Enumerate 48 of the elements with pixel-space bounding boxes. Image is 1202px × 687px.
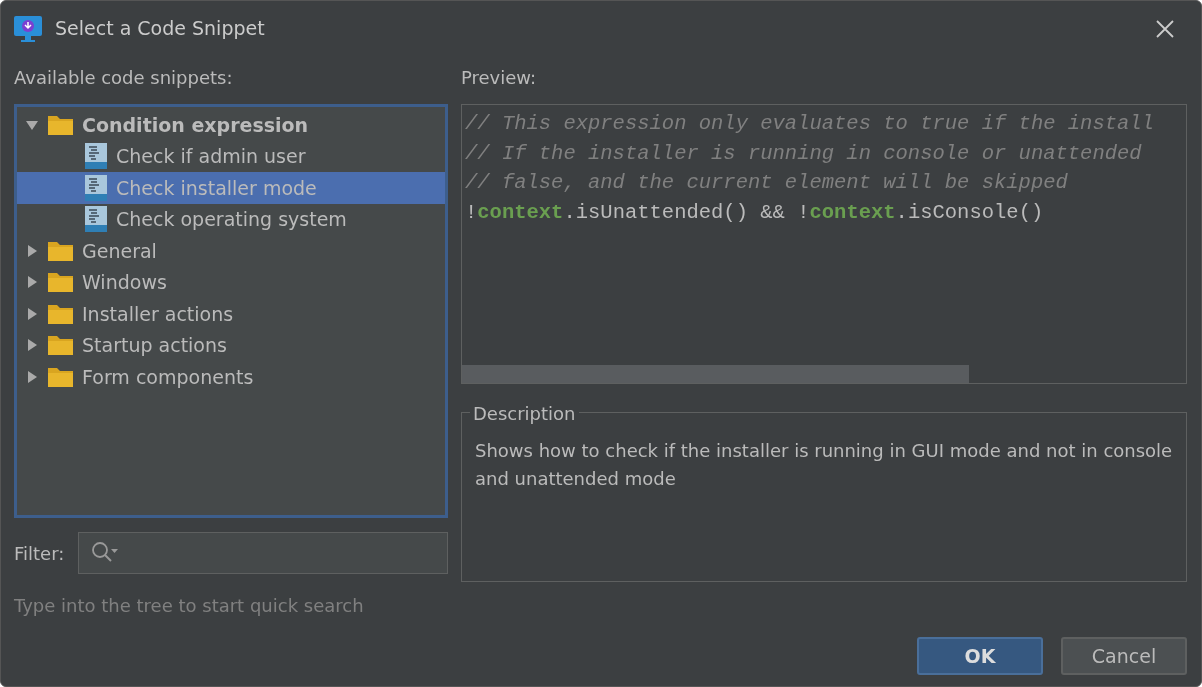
folder-icon bbox=[47, 334, 74, 357]
tree-item[interactable]: Check if admin user bbox=[17, 140, 445, 172]
tree-item-label: Condition expression bbox=[82, 112, 309, 138]
snippet-tree[interactable]: Condition expression Check if admin user Check installer mode Check operating system General Windows Installer actions Startup actions Form components bbox=[14, 104, 448, 518]
tree-item-label: Windows bbox=[82, 270, 167, 295]
window-title: Select a Code Snippet bbox=[55, 16, 265, 42]
monitor-icon bbox=[13, 14, 43, 43]
tree-label: Available code snippets: bbox=[14, 66, 234, 90]
preview-label: Preview: bbox=[461, 66, 538, 90]
tree-item-label: Form components bbox=[82, 364, 254, 390]
tree-item[interactable]: Check installer mode bbox=[17, 172, 445, 204]
code-line: // This expression only evaluates to true if the install bbox=[465, 111, 1155, 137]
tree-item[interactable]: Form components bbox=[17, 361, 445, 393]
filter-field[interactable] bbox=[78, 532, 448, 574]
code-line: !context.isUnattended() && !context.isConsole() bbox=[465, 200, 1045, 227]
expand-arrow-icon[interactable] bbox=[25, 275, 39, 290]
tree-item-label: Installer actions bbox=[82, 301, 234, 327]
tree-item[interactable]: General bbox=[17, 235, 445, 267]
expand-arrow-icon[interactable] bbox=[25, 369, 39, 384]
code-line: // If the installer is running in console or unattended bbox=[465, 140, 1143, 167]
tree-item-label: General bbox=[82, 238, 157, 264]
java-file-icon bbox=[85, 206, 107, 233]
hint-text: Type into the tree to start quick search bbox=[14, 594, 365, 618]
expand-arrow-icon[interactable] bbox=[25, 243, 39, 258]
close-icon bbox=[1155, 18, 1175, 39]
tree-item-label: Check if admin user bbox=[116, 144, 306, 169]
folder-icon bbox=[47, 271, 74, 294]
tree-item[interactable]: Condition expression bbox=[17, 109, 445, 141]
tree-item-label: Check operating system bbox=[116, 207, 347, 232]
tree-item-label: Check installer mode bbox=[116, 175, 317, 201]
tree-item[interactable]: Check operating system bbox=[17, 203, 445, 235]
code-line: // false, and the current element will be skipped bbox=[465, 170, 1069, 197]
ok-button[interactable]: OK bbox=[917, 637, 1043, 675]
description-text: Shows how to check if the installer is running in GUI mode and not in console and unattended mode bbox=[475, 439, 1173, 491]
folder-icon bbox=[47, 365, 74, 388]
filter-label: Filter: bbox=[14, 541, 66, 566]
tree-item-label: Startup actions bbox=[82, 333, 227, 358]
java-file-icon bbox=[85, 143, 107, 170]
expand-arrow-icon[interactable] bbox=[25, 306, 39, 321]
tree-item[interactable]: Installer actions bbox=[17, 298, 445, 330]
java-file-icon bbox=[85, 174, 107, 201]
expand-arrow-icon[interactable] bbox=[25, 338, 39, 353]
folder-icon bbox=[47, 239, 74, 262]
folder-icon bbox=[47, 113, 74, 136]
tree-item[interactable]: Windows bbox=[17, 266, 445, 298]
cancel-button[interactable]: Cancel bbox=[1061, 637, 1187, 675]
tree-item[interactable]: Startup actions bbox=[17, 329, 445, 361]
folder-icon bbox=[47, 302, 74, 325]
